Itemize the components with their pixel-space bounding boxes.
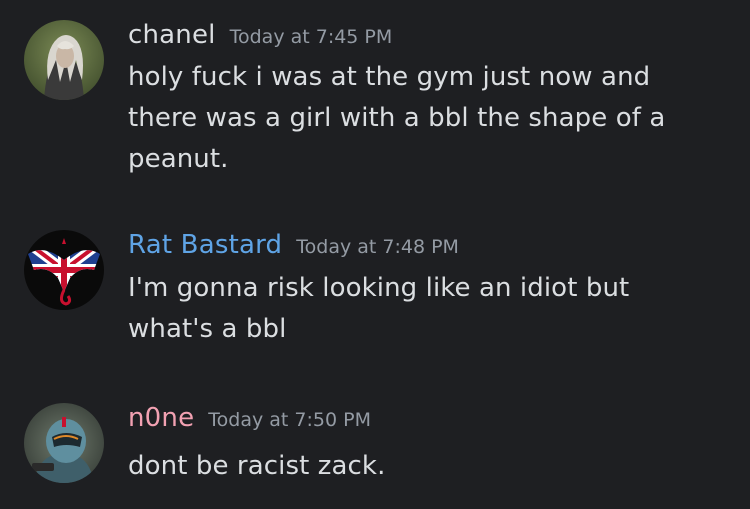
message-line: peanut. [128,144,229,174]
username[interactable]: n0ne [128,403,194,433]
username[interactable]: Rat Bastard [128,230,282,260]
message-content: dont be racist zack. [128,446,728,487]
message-line: holy fuck i was at the gym just now and [128,62,651,92]
timestamp: Today at 7:48 PM [296,236,459,258]
timestamp: Today at 7:50 PM [208,409,371,431]
message-line: I'm gonna risk looking like an idiot but [128,273,630,303]
timestamp: Today at 7:45 PM [229,26,393,48]
union-jack-dragon-avatar-icon [24,230,104,310]
avatar[interactable] [24,20,104,100]
message-content: I'm gonna risk looking like an idiot but… [128,268,728,350]
avatar[interactable] [24,230,104,310]
avatar[interactable] [24,403,104,483]
chat-message-list: chanel Today at 7:45 PM holy fuck i was a… [0,0,750,509]
message-line: there was a girl with a bbl the shape of… [128,103,666,133]
message-header: Rat Bastard Today at 7:48 PM [128,230,459,260]
message-header: n0ne Today at 7:50 PM [128,403,371,433]
message-header: chanel Today at 7:45 PM [128,20,392,50]
message-content: holy fuck i was at the gym just now and … [128,57,728,180]
white-haired-character-avatar-icon [24,20,104,100]
helmeted-soldier-avatar-icon [24,403,104,483]
message-line: dont be racist zack. [128,451,386,481]
message-line: what's a bbl [128,314,287,344]
username[interactable]: chanel [128,20,216,50]
